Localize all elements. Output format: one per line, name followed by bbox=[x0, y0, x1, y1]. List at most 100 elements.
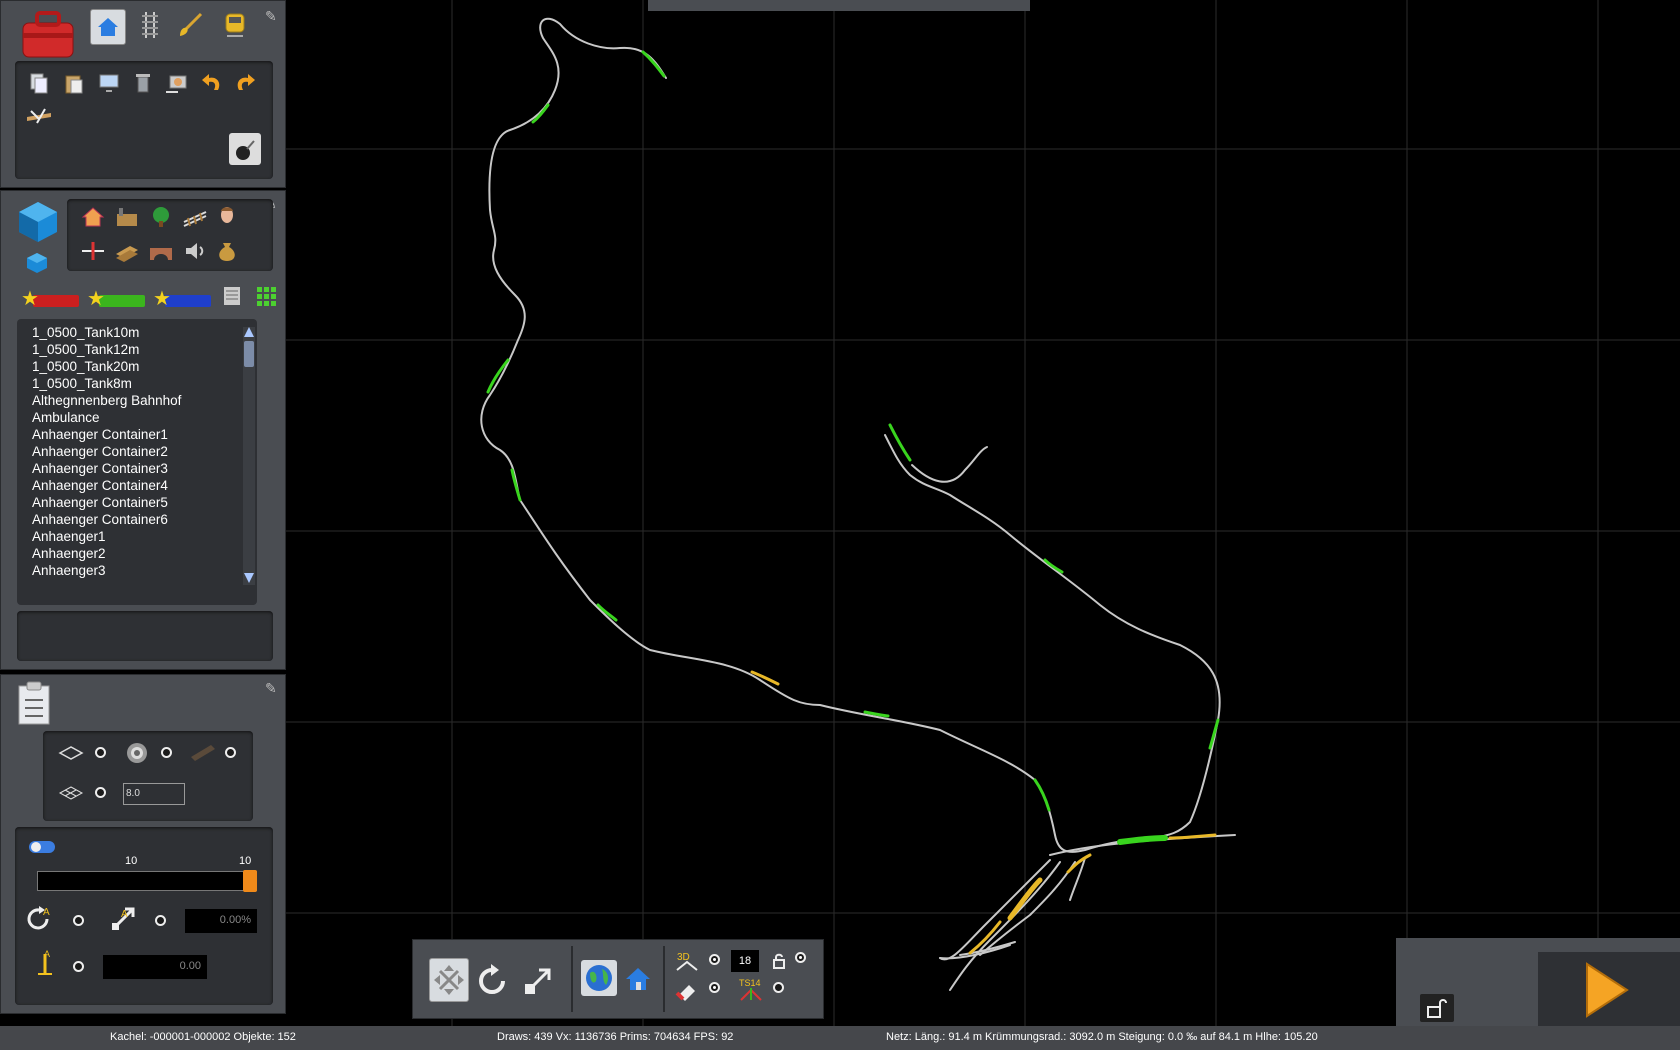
list-scrollbar[interactable] bbox=[243, 327, 255, 585]
house-view-icon[interactable] bbox=[621, 962, 655, 996]
status-bar: Kachel: -000001-000002 Objekte: 152 Draw… bbox=[0, 1026, 1680, 1050]
grid-view-icon[interactable] bbox=[255, 285, 277, 307]
list-item[interactable]: Anhaenger Container5 bbox=[32, 495, 168, 510]
block-radio[interactable] bbox=[225, 747, 236, 758]
category-area bbox=[67, 199, 273, 271]
plane-radio[interactable] bbox=[95, 747, 106, 758]
cube-icon[interactable] bbox=[15, 199, 61, 245]
slider-max-label: 10 bbox=[239, 855, 252, 867]
fullscreen-icon[interactable] bbox=[429, 958, 469, 1002]
target-radio[interactable] bbox=[161, 747, 172, 758]
lock-small-icon[interactable] bbox=[769, 950, 789, 972]
properties-panel: ✎ 8.0 10 10 A A 0.00% A 0.00 bbox=[0, 674, 286, 1014]
favorite-red[interactable]: ★ bbox=[21, 289, 79, 309]
unlock-icon[interactable] bbox=[1420, 994, 1454, 1022]
track-icon[interactable] bbox=[136, 11, 164, 39]
brush-icon[interactable] bbox=[176, 11, 204, 39]
grid-radio[interactable] bbox=[95, 787, 106, 798]
list-item[interactable]: Anhaenger Container6 bbox=[32, 512, 168, 527]
list-item[interactable]: Anhaenger1 bbox=[32, 529, 106, 544]
copy-icon[interactable] bbox=[25, 69, 53, 97]
view-toolbar: 3D 18 TS14 bbox=[412, 939, 824, 1019]
list-item[interactable]: 1_0500_Tank12m bbox=[32, 342, 139, 357]
reset-view-icon[interactable] bbox=[473, 962, 511, 1000]
slider-handle[interactable] bbox=[243, 870, 257, 892]
grid-value-field[interactable]: 8.0 bbox=[123, 783, 185, 805]
lock-radio[interactable] bbox=[795, 952, 806, 963]
list-item[interactable]: 1_0500_Tank10m bbox=[32, 325, 139, 340]
favorite-green[interactable]: ★ bbox=[87, 289, 145, 309]
play-icon[interactable] bbox=[1576, 960, 1636, 1020]
globe-icon[interactable] bbox=[581, 960, 617, 996]
svg-text:A: A bbox=[44, 949, 50, 959]
rotate-radio[interactable] bbox=[73, 915, 84, 926]
tree-icon[interactable] bbox=[147, 203, 175, 231]
height-options: 10 10 A A 0.00% A 0.00 bbox=[15, 827, 273, 1005]
list-view-icon[interactable] bbox=[221, 285, 243, 307]
factory-icon[interactable] bbox=[113, 203, 141, 231]
person-icon[interactable] bbox=[213, 203, 241, 231]
3d-icon[interactable]: 3D bbox=[675, 950, 701, 972]
list-item[interactable]: Anhaenger Container2 bbox=[32, 444, 168, 459]
edit-tools-area bbox=[15, 61, 273, 179]
3d-radio[interactable] bbox=[709, 954, 720, 965]
home-icon[interactable] bbox=[90, 9, 126, 45]
magnet-icon[interactable] bbox=[675, 978, 701, 1002]
status-net: Netz: Läng.: 91.4 m Krümmungsrad.: 3092.… bbox=[886, 1031, 1318, 1043]
planks-icon[interactable] bbox=[113, 237, 141, 265]
zoom-icon[interactable] bbox=[519, 962, 557, 1000]
list-item[interactable]: Anhaenger Container1 bbox=[32, 427, 168, 442]
bridge-tool-icon[interactable] bbox=[25, 103, 53, 131]
train-icon[interactable] bbox=[221, 11, 249, 39]
height-field[interactable]: 0.00 bbox=[103, 955, 207, 979]
house-icon[interactable] bbox=[79, 203, 107, 231]
divider bbox=[663, 946, 665, 1012]
checklist-icon[interactable] bbox=[13, 679, 57, 727]
slider-track[interactable] bbox=[37, 870, 257, 892]
list-item[interactable]: Anhaenger Container3 bbox=[32, 461, 168, 476]
number-field[interactable]: 18 bbox=[731, 950, 759, 972]
small-cube-icon[interactable] bbox=[23, 249, 51, 277]
favorite-blue[interactable]: ★ bbox=[153, 288, 211, 310]
signal-icon[interactable] bbox=[79, 237, 107, 265]
svg-text:TS14: TS14 bbox=[739, 978, 761, 988]
redo-icon[interactable] bbox=[231, 69, 259, 97]
list-item[interactable]: Ambulance bbox=[32, 410, 100, 425]
list-item[interactable]: Althegnnenberg Bahnhof bbox=[32, 393, 181, 408]
list-item[interactable]: 1_0500_Tank8m bbox=[32, 376, 132, 391]
undo-icon[interactable] bbox=[198, 69, 226, 97]
bridge-icon[interactable] bbox=[147, 237, 175, 265]
pin-icon[interactable]: ✎ bbox=[265, 9, 279, 23]
list-item[interactable]: Anhaenger Container4 bbox=[32, 478, 168, 493]
scale-a-icon[interactable]: A bbox=[109, 905, 137, 933]
pin-icon[interactable]: ✎ bbox=[265, 681, 279, 695]
speaker-icon[interactable] bbox=[181, 237, 209, 265]
spray-icon[interactable] bbox=[229, 133, 261, 165]
paste-icon[interactable] bbox=[60, 69, 88, 97]
sack-icon[interactable] bbox=[213, 237, 241, 265]
scroll-up-icon[interactable] bbox=[244, 327, 254, 337]
slope-field[interactable]: 0.00% bbox=[185, 909, 257, 933]
scroll-thumb[interactable] bbox=[244, 341, 254, 367]
rotate-a-icon[interactable]: A bbox=[25, 905, 53, 933]
scroll-down-icon[interactable] bbox=[244, 573, 254, 583]
list-item[interactable]: Anhaenger3 bbox=[32, 563, 106, 578]
rail-icon[interactable] bbox=[181, 203, 209, 231]
divider bbox=[571, 946, 573, 1012]
ts-radio[interactable] bbox=[773, 982, 784, 993]
monitor-icon[interactable] bbox=[95, 69, 123, 97]
toggle-icon[interactable] bbox=[27, 839, 57, 855]
trash-icon[interactable] bbox=[129, 69, 157, 97]
object-list[interactable]: 1_0500_Tank10m 1_0500_Tank12m 1_0500_Tank2… bbox=[17, 319, 257, 605]
plane-icon bbox=[57, 739, 85, 767]
magnet-radio[interactable] bbox=[709, 982, 720, 993]
toolbox-icon[interactable] bbox=[19, 7, 77, 61]
list-item[interactable]: 1_0500_Tank20m bbox=[32, 359, 139, 374]
screen-icon[interactable] bbox=[162, 69, 190, 97]
ts-icon[interactable]: TS14 bbox=[737, 976, 765, 1002]
list-item[interactable]: Anhaenger2 bbox=[32, 546, 106, 561]
height-a-icon[interactable]: A bbox=[31, 949, 59, 977]
star-icon: ★ bbox=[153, 288, 171, 310]
height-radio[interactable] bbox=[73, 961, 84, 972]
scale-radio[interactable] bbox=[155, 915, 166, 926]
